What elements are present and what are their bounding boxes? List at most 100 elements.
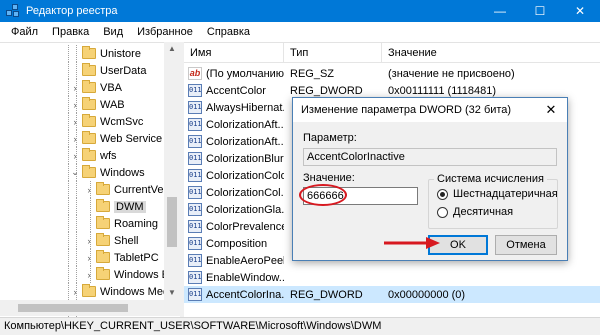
value-data: 0x00000000 (0) bbox=[388, 288, 466, 301]
tree-guide-line bbox=[68, 232, 69, 249]
chevron-right-icon[interactable]: › bbox=[70, 83, 80, 93]
binary-value-icon: 011 bbox=[188, 135, 202, 148]
tree-guide-line bbox=[68, 45, 69, 62]
tree-item[interactable]: DWM bbox=[0, 198, 180, 215]
tree-vertical-scrollbar[interactable]: ▲ ▼ bbox=[164, 42, 180, 300]
binary-value-icon: 011 bbox=[188, 101, 202, 114]
tree-item[interactable]: › WcmSvc bbox=[0, 113, 180, 130]
list-row[interactable]: 011 EnableWindow... bbox=[184, 269, 600, 286]
chevron-right-icon[interactable]: › bbox=[70, 100, 80, 110]
scroll-thumb[interactable] bbox=[167, 197, 177, 247]
folder-icon bbox=[96, 267, 110, 280]
list-row[interactable]: 011 AccentColorIna... REG_DWORD 0x00000000 … bbox=[184, 286, 600, 303]
base-label: Система исчисления bbox=[434, 173, 547, 185]
tree-item[interactable]: › Windows E bbox=[0, 266, 180, 283]
close-button[interactable]: ✕ bbox=[560, 0, 600, 22]
value-name: EnableAeroPeek bbox=[206, 254, 284, 267]
tree-item[interactable]: › Web Service P bbox=[0, 130, 180, 147]
menu-help[interactable]: Справка bbox=[200, 26, 257, 38]
tree-item[interactable]: Roaming bbox=[0, 215, 180, 232]
tree-item-label: Unistore bbox=[100, 47, 141, 60]
hscroll-thumb[interactable] bbox=[18, 304, 128, 312]
base-groupbox: Система исчисления Шестнадцатеричная Дес… bbox=[428, 173, 558, 229]
folder-icon bbox=[82, 63, 96, 76]
chevron-right-icon[interactable]: › bbox=[84, 270, 94, 280]
tree-item[interactable]: › TabletPC bbox=[0, 249, 180, 266]
chevron-right-icon[interactable]: › bbox=[70, 287, 80, 297]
menu-file[interactable]: Файл bbox=[4, 26, 45, 38]
tree-item[interactable]: ⌄ Windows bbox=[0, 164, 180, 181]
binary-value-icon: 011 bbox=[188, 169, 202, 182]
tree-guide-line bbox=[76, 266, 77, 283]
folder-icon bbox=[82, 284, 96, 297]
tree-guide-line bbox=[68, 198, 69, 215]
value-type: REG_DWORD bbox=[290, 84, 363, 97]
value-data: (значение не присвоено) bbox=[388, 67, 515, 80]
scroll-up-icon[interactable]: ▲ bbox=[164, 44, 180, 53]
radio-selected-icon[interactable] bbox=[437, 188, 448, 200]
radio-dec[interactable]: Десятичная bbox=[437, 206, 513, 218]
tree-item[interactable]: › Shell bbox=[0, 232, 180, 249]
list-row[interactable]: ab (По умолчанию) REG_SZ (значение не присв… bbox=[184, 65, 600, 82]
folder-icon bbox=[82, 131, 96, 144]
tree-item[interactable]: › VBA bbox=[0, 79, 180, 96]
menu-view[interactable]: Вид bbox=[96, 26, 130, 38]
binary-value-icon: 011 bbox=[188, 237, 202, 250]
binary-value-icon: 011 bbox=[188, 84, 202, 97]
value-name: Composition bbox=[206, 237, 268, 250]
tree-item-label: WAB bbox=[100, 98, 125, 111]
folder-icon bbox=[82, 80, 96, 93]
value-name: AccentColorIna... bbox=[206, 288, 284, 301]
tree-item[interactable]: › WAB bbox=[0, 96, 180, 113]
tree-guide-line bbox=[68, 215, 69, 232]
status-bar: Компьютер\HKEY_CURRENT_USER\SOFTWARE\Mic… bbox=[0, 317, 600, 335]
window-title: Редактор реестра bbox=[26, 5, 118, 17]
tree-guide-line bbox=[90, 198, 91, 215]
tree-item[interactable]: Unistore bbox=[0, 45, 180, 62]
tree-guide-line bbox=[76, 215, 77, 232]
value-name: (По умолчанию) bbox=[206, 67, 284, 80]
binary-value-icon: 011 bbox=[188, 220, 202, 233]
minimize-button[interactable]: — bbox=[480, 0, 520, 22]
binary-value-icon: 011 bbox=[188, 288, 202, 301]
maximize-button[interactable]: ☐ bbox=[520, 0, 560, 22]
tree-item[interactable]: › Windows Med bbox=[0, 283, 180, 300]
folder-icon bbox=[96, 182, 110, 195]
tree-guide-line bbox=[76, 232, 77, 249]
tree-item[interactable]: › wfs bbox=[0, 147, 180, 164]
value-name: EnableWindow... bbox=[206, 271, 284, 284]
chevron-right-icon[interactable]: › bbox=[70, 134, 80, 144]
chevron-right-icon[interactable]: › bbox=[84, 236, 94, 246]
cancel-button[interactable]: Отмена bbox=[495, 235, 557, 255]
string-value-icon: ab bbox=[188, 67, 202, 80]
tree-item-label: TabletPC bbox=[114, 251, 159, 264]
column-value[interactable]: Значение bbox=[382, 43, 600, 63]
radio-unselected-icon[interactable] bbox=[437, 206, 448, 218]
menu-favorites[interactable]: Избранное bbox=[130, 26, 200, 38]
chevron-right-icon[interactable]: › bbox=[84, 185, 94, 195]
column-name[interactable]: Имя bbox=[184, 43, 284, 63]
tree-item[interactable]: › CurrentVer bbox=[0, 181, 180, 198]
binary-value-icon: 011 bbox=[188, 186, 202, 199]
tree-item[interactable]: UserData bbox=[0, 62, 180, 79]
list-header: Имя Тип Значение bbox=[184, 43, 600, 63]
binary-value-icon: 011 bbox=[188, 254, 202, 267]
registry-tree[interactable]: Unistore UserData › VBA › WAB › WcmSvc › Web Serv… bbox=[0, 42, 180, 317]
dialog-close-button[interactable]: ✕ bbox=[535, 98, 567, 122]
tree-guide-line bbox=[68, 283, 69, 300]
chevron-down-icon[interactable]: ⌄ bbox=[70, 167, 80, 178]
binary-value-icon: 011 bbox=[188, 203, 202, 216]
column-type[interactable]: Тип bbox=[284, 43, 382, 63]
chevron-right-icon[interactable]: › bbox=[70, 151, 80, 161]
radio-hex[interactable]: Шестнадцатеричная bbox=[437, 188, 558, 200]
chevron-right-icon[interactable]: › bbox=[84, 253, 94, 263]
menu-edit[interactable]: Правка bbox=[45, 26, 96, 38]
tree-item-label: CurrentVer bbox=[114, 183, 168, 196]
tree-guide-line bbox=[68, 164, 69, 181]
tree-horizontal-scrollbar[interactable] bbox=[0, 300, 180, 316]
tree-guide-line bbox=[68, 249, 69, 266]
tree-item-label: Windows E bbox=[114, 268, 170, 281]
chevron-right-icon[interactable]: › bbox=[70, 117, 80, 127]
scroll-down-icon[interactable]: ▼ bbox=[164, 288, 180, 297]
tree-guide-line bbox=[68, 181, 69, 198]
